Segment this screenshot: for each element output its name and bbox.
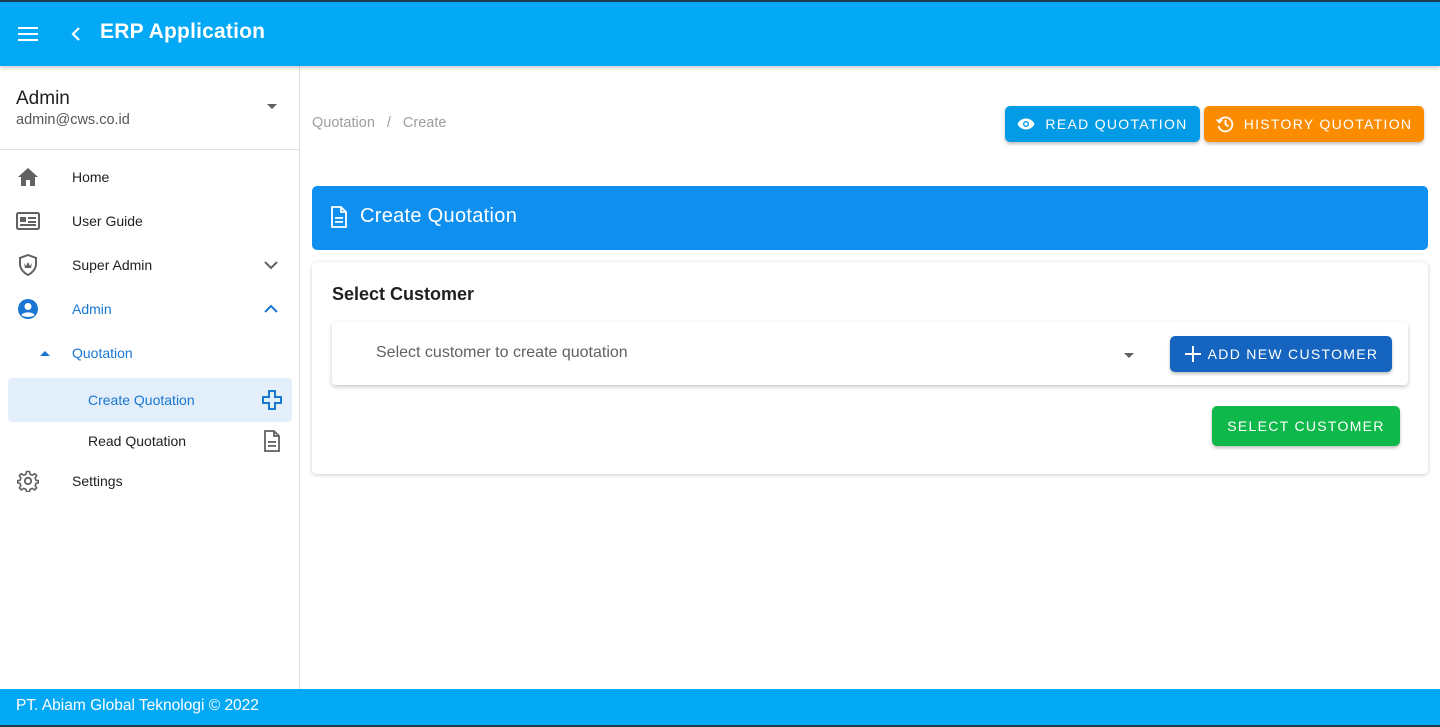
eye-icon	[1017, 115, 1035, 133]
sidebar-item-admin[interactable]: Admin	[0, 287, 300, 331]
caret-down-icon[interactable]	[1122, 348, 1136, 358]
footer-copyright: PT. Abiam Global Teknologi © 2022	[16, 697, 259, 714]
customer-select[interactable]: Select customer to create quotation Add …	[332, 322, 1408, 385]
read-quotation-button[interactable]: Read Quotation	[1005, 106, 1200, 142]
add-new-customer-label: Add New Customer	[1207, 346, 1379, 362]
chevron-down-icon[interactable]	[261, 255, 281, 275]
caret-up-icon	[34, 342, 56, 364]
history-icon	[1215, 115, 1234, 133]
hamburger-menu-icon[interactable]	[14, 20, 42, 48]
breadcrumb-current: Create	[402, 115, 447, 131]
breadcrumb: Quotation / Create	[312, 115, 446, 131]
history-quotation-label: History Quotation	[1243, 116, 1413, 132]
sidebar-item-label: Admin	[72, 301, 112, 317]
select-customer-label: Select Customer	[1227, 418, 1385, 434]
document-icon	[261, 430, 283, 452]
sidebar-item-label: Super Admin	[72, 257, 153, 273]
app-root: ERP Application Admin admin@cws.co.id Ho…	[0, 0, 1440, 727]
user-profile[interactable]: Admin admin@cws.co.id	[0, 66, 299, 150]
gear-icon	[16, 469, 40, 493]
breadcrumb-link-quotation[interactable]: Quotation	[312, 115, 375, 131]
history-quotation-button[interactable]: History Quotation	[1204, 106, 1424, 142]
user-guide-icon	[16, 209, 40, 233]
chevron-left-icon[interactable]	[64, 20, 88, 48]
sidebar-item-label: Settings	[72, 473, 123, 489]
app-title: ERP Application	[100, 20, 266, 43]
sidebar-item-settings[interactable]: Settings	[0, 459, 300, 503]
breadcrumb-separator: /	[386, 115, 391, 131]
plus-outline-icon	[261, 389, 283, 411]
select-customer-button[interactable]: Select Customer	[1212, 406, 1400, 446]
sidebar-item-label: Read Quotation	[88, 433, 187, 449]
sidebar-item-label: Create Quotation	[88, 392, 195, 408]
plus-icon	[1184, 345, 1202, 363]
sidebar-item-read-quotation[interactable]: Read Quotation	[0, 419, 300, 463]
home-icon	[16, 165, 40, 189]
caret-down-icon[interactable]	[262, 100, 282, 114]
card-title: Select Customer	[332, 284, 475, 304]
read-quotation-label: Read Quotation	[1045, 116, 1188, 132]
add-new-customer-button[interactable]: Add New Customer	[1170, 336, 1392, 372]
footer: PT. Abiam Global Teknologi © 2022	[0, 689, 1440, 727]
page-title: Create Quotation	[360, 205, 518, 227]
sidebar-item-label: Home	[72, 169, 110, 185]
sidebar-item-label: Quotation	[72, 345, 133, 361]
main-content: Quotation / Create Read Quotation Histor…	[300, 66, 1440, 689]
user-name: Admin	[16, 88, 70, 109]
app-bar: ERP Application	[0, 0, 1440, 66]
sidebar-item-label: User Guide	[72, 213, 143, 229]
account-circle-icon	[16, 297, 40, 321]
document-icon	[330, 206, 352, 230]
sidebar-item-user-guide[interactable]: User Guide	[0, 199, 300, 243]
sidebar: Admin admin@cws.co.id Home User Guide Su…	[0, 66, 300, 689]
sidebar-item-super-admin[interactable]: Super Admin	[0, 243, 300, 287]
sidebar-item-quotation[interactable]: Quotation	[0, 331, 300, 375]
sidebar-item-create-quotation[interactable]: Create Quotation	[8, 378, 292, 422]
sidebar-item-home[interactable]: Home	[0, 155, 300, 199]
page-title-banner: Create Quotation	[312, 186, 1428, 250]
user-email: admin@cws.co.id	[16, 112, 130, 128]
select-customer-card: Select Customer Select customer to creat…	[312, 262, 1428, 474]
customer-select-placeholder: Select customer to create quotation	[376, 344, 628, 361]
chevron-up-icon[interactable]	[261, 299, 281, 319]
shield-icon	[16, 253, 40, 277]
